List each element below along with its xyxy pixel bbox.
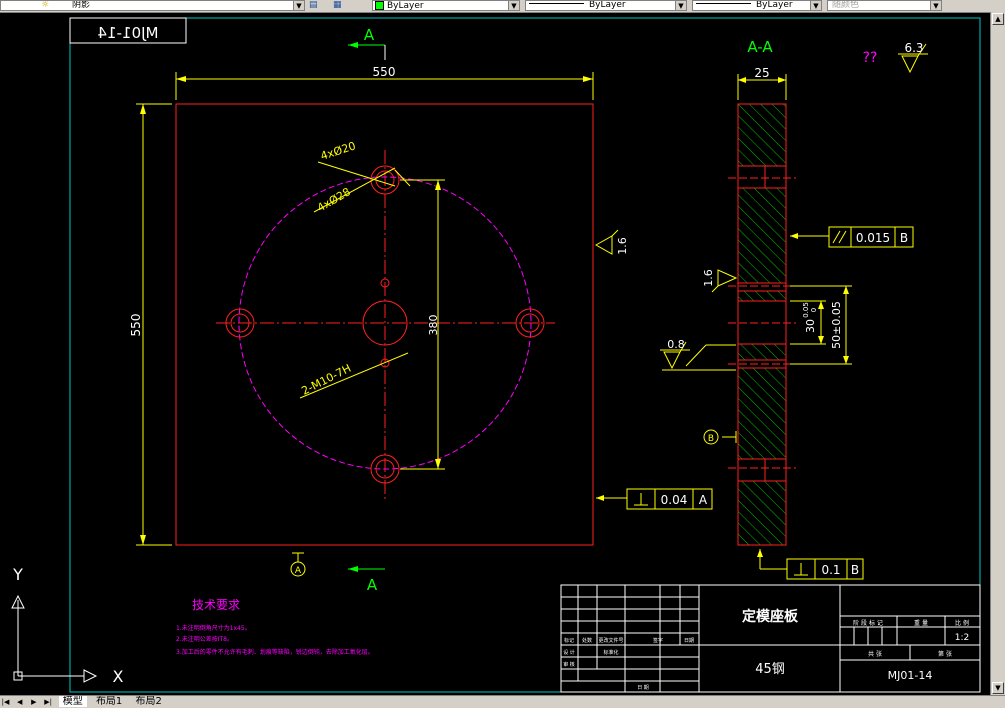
tol-parallel-datum: B <box>900 231 908 245</box>
sheet-border <box>69 17 981 693</box>
layer-dropdown[interactable]: ☼ 阴影 ▼ <box>0 0 305 11</box>
scroll-up-button[interactable]: ▲ <box>992 13 1004 25</box>
vertical-scrollbar[interactable]: ▲ ▼ <box>990 12 1005 695</box>
tb-stage: 阶 段 标 记 <box>853 619 883 627</box>
tb-review: 审 核 <box>563 661 575 668</box>
dim-30-tol-upper: 0.05 <box>802 302 810 318</box>
dim-30-tol-lower: 0 <box>810 308 818 312</box>
tab-next-icon[interactable]: ▶ <box>28 697 39 708</box>
section-arrow-top <box>348 42 386 60</box>
layer-state-icons: ☼ <box>41 0 50 10</box>
tab-layout2[interactable]: 布局2 <box>132 696 166 707</box>
section-letter-top: A <box>364 26 375 44</box>
tol-perp-a-datum: A <box>699 493 708 507</box>
chevron-down-icon: ▼ <box>930 1 941 10</box>
color-dropdown[interactable]: ByLayer ▼ <box>372 0 520 11</box>
roughness-section-symbol <box>717 269 738 287</box>
unknown-symbol: ?? <box>863 50 878 66</box>
dim-30-text: 30 <box>804 319 817 333</box>
leader-4x20-b <box>394 169 411 187</box>
ucs-icon <box>11 594 98 683</box>
tb-h-sign: 签字 <box>653 637 663 644</box>
color-value: ByLayer <box>387 1 424 11</box>
layer-previous-icon[interactable]: ▦ <box>333 0 342 10</box>
section-title: A-A <box>747 38 773 56</box>
tb-approve: 日 期 <box>637 685 649 691</box>
tech-line-3: 3.加工后的零件不允许有毛刺、划痕等缺陷，锐边倒钝，去除加工氧化层。 <box>176 648 374 656</box>
tab-prev-icon[interactable]: ◀ <box>14 697 25 708</box>
tb-design: 设 计 <box>563 649 575 656</box>
roughness-symbol-right <box>594 235 613 255</box>
roughness-section-text: 1.6 <box>702 269 715 287</box>
tb-h-mark: 标记 <box>564 637 574 644</box>
drawing-no-mirrored: MJ01-14 <box>98 24 159 42</box>
color-swatch <box>375 1 384 10</box>
dim-width-text: 550 <box>373 65 396 79</box>
title-material: 45钢 <box>755 662 785 677</box>
section-letter-bottom: A <box>367 576 378 594</box>
datum-b-letter: B <box>708 434 714 444</box>
tol-parallel-value: 0.015 <box>856 231 890 245</box>
plot-style-dropdown[interactable]: 随颜色 ▼ <box>827 0 942 11</box>
tb-total: 共 张 <box>868 650 882 658</box>
tb-scale-label: 比 例 <box>955 619 969 627</box>
tab-model[interactable]: 模型 <box>58 696 87 707</box>
scroll-down-button[interactable]: ▼ <box>992 682 1004 694</box>
linetype-dropdown[interactable]: ByLayer ▼ <box>525 0 687 11</box>
tol-perp-b-value: 0.1 <box>821 563 840 577</box>
tech-title: 技术要求 <box>192 598 240 612</box>
layout-tab-bar: |◀ ◀ ▶ ▶| 模型 布局1 布局2 <box>0 695 1005 708</box>
title-part-name: 定模座板 <box>742 608 799 625</box>
title-drawing-no: MJ01-14 <box>888 669 933 682</box>
tab-layout1[interactable]: 布局1 <box>92 696 126 707</box>
plate-outline <box>175 103 594 546</box>
lineweight-value: ByLayer <box>756 0 793 10</box>
tol-perp-b-datum: B <box>851 563 859 577</box>
chevron-down-icon: ▼ <box>293 1 304 10</box>
dim-50-text: 50±0.05 <box>830 301 843 349</box>
tech-line-1: 1.未注明倒角尺寸为1x45。 <box>176 624 251 632</box>
chevron-down-icon: ▼ <box>675 1 686 10</box>
tb-sheet: 第 张 <box>938 650 952 658</box>
linetype-sample <box>529 3 584 4</box>
roughness-global-symbol <box>901 55 919 74</box>
lineweight-dropdown[interactable]: ByLayer ▼ <box>692 0 822 11</box>
layer-name: 阴影 <box>71 0 90 10</box>
chevron-down-icon: ▼ <box>508 1 519 10</box>
dim-height-text: 550 <box>129 314 143 337</box>
tb-h-qty: 处数 <box>582 637 592 644</box>
roughness-section2-text: 0.8 <box>667 338 685 351</box>
roughness-right-text: 1.6 <box>616 237 629 255</box>
tb-std: 标准化 <box>603 649 618 656</box>
drawing-canvas[interactable]: MJ01-14 550 550 380 4xØ20 4xØ28 2-M10-7H… <box>0 12 990 695</box>
dim-bolt-circle-text: 380 <box>427 315 440 336</box>
label-4x20: 4xØ20 <box>319 139 357 163</box>
tab-last-icon[interactable]: ▶| <box>43 697 54 708</box>
tab-first-icon[interactable]: |◀ <box>0 697 11 708</box>
datum-a-letter: A <box>295 566 302 576</box>
tol-perp-a-value: 0.04 <box>661 493 688 507</box>
tb-h-zone: 更改文件号 <box>598 637 623 644</box>
lineweight-sample <box>696 3 751 4</box>
linetype-value: ByLayer <box>589 0 626 10</box>
roughness-section2-symbol <box>663 351 681 370</box>
chevron-down-icon: ▼ <box>810 1 821 10</box>
section-arrow-bottom <box>348 566 385 572</box>
roughness-global-text: 6.3 <box>904 41 923 55</box>
title-scale: 1:2 <box>955 633 969 643</box>
plot-style-value: 随颜色 <box>832 0 860 10</box>
ucs-x-label: X <box>113 667 124 686</box>
tb-weight: 重 量 <box>914 619 928 627</box>
tb-h-date: 日期 <box>684 638 694 644</box>
parallel-icon <box>832 230 841 244</box>
dim-thickness-text: 25 <box>754 66 769 80</box>
tech-line-2: 2.未注明公差按IT8。 <box>176 635 233 643</box>
ucs-y-label: Y <box>12 565 23 584</box>
layer-manager-icon[interactable]: ▤ <box>309 0 318 10</box>
label-4x28: 4xØ28 <box>315 185 353 214</box>
